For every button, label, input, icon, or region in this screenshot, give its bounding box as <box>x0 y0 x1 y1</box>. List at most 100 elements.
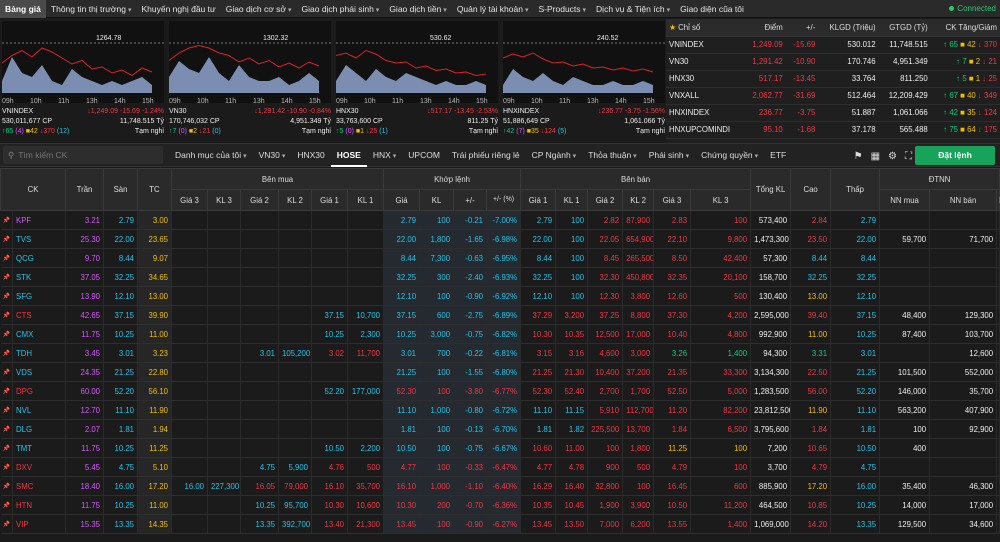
cell-ref: 11.25 <box>137 438 172 458</box>
pin-icon[interactable]: 📌 <box>0 210 13 230</box>
nav-item-3[interactable]: Giao dịch cơ sở ▾ <box>221 0 297 18</box>
tab-label: HNX <box>372 150 391 160</box>
table-row[interactable]: 📌 QCG 9.70 8.44 9.07 8.44 7,300 -0.63 -6.95% 8.44… <box>0 248 1000 268</box>
pin-icon[interactable]: 📌 <box>0 419 13 439</box>
tab-danh-mục-của-tôi[interactable]: Danh mục của tôi ▾ <box>169 143 253 167</box>
table-row[interactable]: 📌 NVL 12.70 11.10 11.90 11.10 1,000 -0.80 -6.72%… <box>0 400 1000 420</box>
pin-icon[interactable]: 📌 <box>0 324 13 344</box>
nav-item-4[interactable]: Giao dịch phái sinh ▾ <box>297 0 385 18</box>
pin-icon[interactable]: 📌 <box>0 400 13 420</box>
cell-s2: 7,000 <box>587 514 624 534</box>
index-point-cell: 517.17 <box>743 70 786 88</box>
pin-icon[interactable]: 📌 <box>0 343 13 363</box>
cell-lo: 10.50 <box>830 438 881 458</box>
pin-icon[interactable]: 📌 <box>0 248 13 268</box>
cell-nnb: 35,400 <box>879 476 931 496</box>
table-row[interactable]: 📌 DPG 60.00 52.20 56.10 52.20 177,000 52.30 100-… <box>0 381 1000 401</box>
index-chart-hnx30[interactable]: 530.62 09h 10h 11h 13h 14h 15h HNX30 ↓517.17 -13… <box>336 21 498 141</box>
cell-ch: -0.63 <box>453 248 488 268</box>
cell-v: 1,800 <box>419 229 455 249</box>
settings-gear-icon[interactable]: ⚙ <box>888 151 897 162</box>
tab-trái-phiếu-riêng-lẻ[interactable]: Trái phiếu riêng lẻ <box>446 143 526 167</box>
pin-icon[interactable]: 📌 <box>0 457 13 477</box>
grid-view-icon[interactable]: ▦ <box>871 151 880 162</box>
pin-icon[interactable]: 📌 <box>0 381 13 401</box>
tab-hose[interactable]: HOSE <box>330 143 367 167</box>
star-icon[interactable]: ★ <box>669 23 678 32</box>
table-row[interactable]: 📌 TMT 11.75 10.25 11.25 10.50 2,200 10.50 100 -0.… <box>0 438 1000 458</box>
index-chart-vn30[interactable]: 1302.32 09h 10h 11h 13h 14h 15h VN30 ↓1,291.42 -… <box>169 21 331 141</box>
tab-hnx[interactable]: HNX ▾ <box>367 143 402 167</box>
nav-item-6[interactable]: Quản lý tài khoản ▾ <box>452 0 534 18</box>
table-row[interactable]: 📌 SFG 13.90 12.10 13.00 12.10 100 -0.90 -6.92% 12… <box>0 286 1000 306</box>
pin-icon[interactable]: 📌 <box>0 438 13 458</box>
pin-icon[interactable]: 📌 <box>0 305 13 325</box>
table-row[interactable]: 📌 CMX 11.75 10.25 11.00 10.25 2,300 10.25 3,000-… <box>0 324 1000 344</box>
cell-nns: 35,700 <box>929 381 998 401</box>
cell-nns <box>929 457 998 477</box>
cell-s3: 3.26 <box>653 343 692 363</box>
table-row[interactable]: 📌 TDH 3.45 3.01 3.23 3.01 105,200 3.02 11,700 3.0… <box>0 343 1000 363</box>
index-value: 11,748.515 Tỷ <box>119 118 164 125</box>
pin-icon[interactable]: 📌 <box>0 267 13 287</box>
pin-icon[interactable]: 📌 <box>0 495 13 515</box>
cell-sym: CTS <box>12 305 66 325</box>
nav-item-7[interactable]: S-Products ▾ <box>533 0 591 18</box>
table-row[interactable]: 📌 VIP 15.35 13.35 14.35 13.35 392,700 13.40 21,3… <box>0 514 1000 534</box>
pin-icon[interactable]: 📌 <box>0 229 13 249</box>
cell-s3: 22.10 <box>653 229 692 249</box>
cell-lo: 16.00 <box>830 476 881 496</box>
index-chart-vnindex[interactable]: 1264.78 09h 10h 11h 13h 14h 15h VNINDEX ↓1,249.0… <box>2 21 164 141</box>
table-row[interactable]: 📌 HTN 11.75 10.25 11.00 10.25 95,700 10.30 10,60… <box>0 495 1000 515</box>
table-row[interactable]: 📌 TVS 25.30 22.00 23.65 22.00 1,800 -1.65 -6.98%… <box>0 229 1000 249</box>
cell-bk2: 392,700 <box>278 514 312 534</box>
search-input[interactable] <box>18 150 149 160</box>
table-row[interactable]: 📌 CTS 42.65 37.15 39.90 37.15 10,700 37.15 600 -2… <box>0 305 1000 325</box>
nav-item-1[interactable]: Thông tin thị trường ▾ <box>46 0 137 18</box>
tab-chứng-quyền[interactable]: Chứng quyền ▾ <box>695 143 764 167</box>
table-row[interactable]: 📌 SMC 18.40 16.00 17.20 16.00 227,300 16.05 79,0… <box>0 476 1000 496</box>
nav-item-9[interactable]: Giao diện cũa tôi <box>675 0 749 18</box>
tab-cp-ngành[interactable]: CP Ngành ▾ <box>526 143 583 167</box>
nav-item-2[interactable]: Khuyến nghị đầu tư <box>136 0 220 18</box>
table-row[interactable]: 📌 DXV 5.45 4.75 5.10 4.75 5,900 4.76 500 4.77 100-… <box>0 457 1000 477</box>
tab-vn30[interactable]: VN30 ▾ <box>253 143 292 167</box>
table-row[interactable]: 📌 STK 37.05 32.25 34.65 32.25 300 -2.40 -6.93% 32… <box>0 267 1000 287</box>
index-chart-volume-row: 170,746,032 CP 4,951.349 Tỷ <box>169 118 331 125</box>
tab-etf[interactable]: ETF <box>764 143 792 167</box>
pin-icon[interactable]: 📌 <box>0 476 13 496</box>
index-table-row[interactable]: VN30 1,291.42 -10.90 170.746 4,951.349 ↑ 7 ■ … <box>666 53 1000 71</box>
place-order-button[interactable]: Đặt lệnh <box>915 146 995 165</box>
table-row[interactable]: 📌 DLG 2.07 1.81 1.94 1.81 100 -0.13 -6.70% 1.81 1.… <box>0 419 1000 439</box>
nav-item-5[interactable]: Giao dịch tiền ▾ <box>384 0 452 18</box>
nav-item-0[interactable]: Bảng giá <box>0 0 46 18</box>
index-chart-hnxindex[interactable]: 240.52 09h 10h 11h 13h 14h 15h HNXINDEX ↓236.77 … <box>503 21 665 141</box>
pin-icon[interactable]: 📌 <box>0 514 13 534</box>
cell-ref: 1.94 <box>137 419 172 439</box>
cell-tot: 57,300 <box>750 248 792 268</box>
tab-phái-sinh[interactable]: Phái sinh ▾ <box>643 143 695 167</box>
index-table-row[interactable]: VNXALL 2,062.77 -31.69 512.464 12,209.429 ↑ 6… <box>666 87 1000 105</box>
cell-sk1: 16.40 <box>555 476 589 496</box>
search-box[interactable]: ⚲ <box>3 146 163 164</box>
index-table-header: GTGD (Tỷ) <box>878 19 931 37</box>
pin-icon[interactable]: 📌 <box>0 362 13 382</box>
tab-upcom[interactable]: UPCOM <box>402 143 446 167</box>
table-row[interactable]: 📌 VDS 24.35 21.25 22.80 21.25 100 -1.55 -6.80% 21… <box>0 362 1000 382</box>
board-sub-header: KL 3 <box>690 189 752 211</box>
index-table-row[interactable]: HNXUPCOMINDI 95.10 -1.68 37.178 565.488 ↑ 75 … <box>666 121 1000 139</box>
cell-nns: 71,700 <box>929 229 998 249</box>
tab-hnx30[interactable]: HNX30 <box>291 143 330 167</box>
pin-toolbar-icon[interactable]: ⚑ <box>854 151 863 162</box>
cell-lo: 10.25 <box>830 495 881 515</box>
pin-icon[interactable]: 📌 <box>0 286 13 306</box>
tab-thỏa-thuận[interactable]: Thỏa thuận ▾ <box>582 143 642 167</box>
table-row[interactable]: 📌 KPF 3.21 2.79 3.00 2.79 100 -0.21 -7.00% 2.79 10… <box>0 210 1000 230</box>
index-table-row[interactable]: HNXINDEX 236.77 -3.75 51.887 1,061.066 ↑ 42 ■… <box>666 104 1000 122</box>
nav-item-8[interactable]: Dịch vụ & Tiện ích ▾ <box>591 0 675 18</box>
index-table-row[interactable]: HNX30 517.17 -13.45 33.764 811.250 ↑ 5 ■ 1 ↓ … <box>666 70 1000 88</box>
index-table-row[interactable]: VNINDEX 1,249.09 -15.69 530.012 11,748.515 ↑ … <box>666 36 1000 54</box>
expand-icon[interactable]: ⛶ <box>905 151 912 162</box>
cell-bk1: 177,000 <box>347 381 385 401</box>
nav-item-label: Giao dịch phái sinh <box>301 3 374 14</box>
